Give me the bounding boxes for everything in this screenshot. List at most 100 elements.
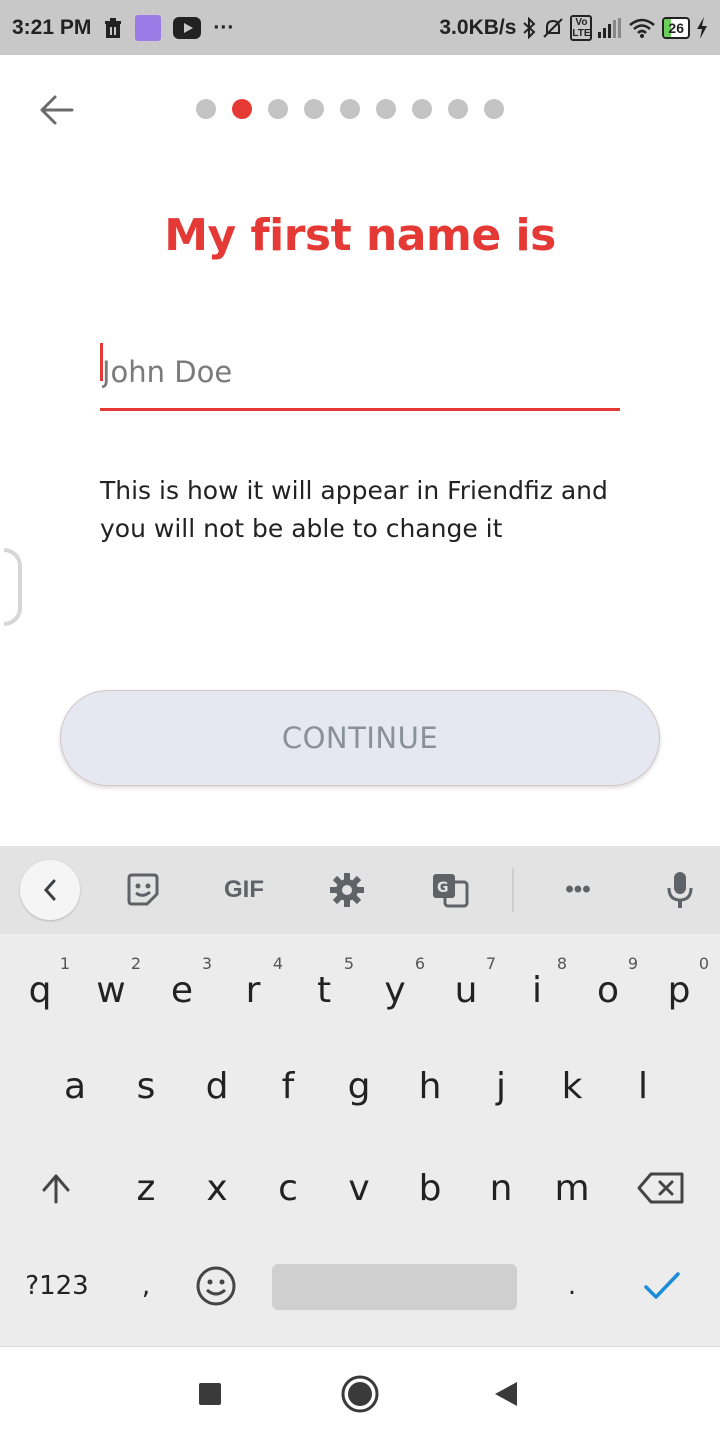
first-name-field — [100, 335, 620, 411]
arrow-left-icon — [40, 95, 74, 125]
key-label: k — [561, 1065, 583, 1107]
key-z[interactable]: z — [114, 1148, 178, 1228]
key-d[interactable]: d — [185, 1046, 249, 1126]
key-label: j — [495, 1065, 506, 1107]
key-number-hint: 2 — [130, 954, 141, 973]
key-number-hint: 4 — [272, 954, 283, 973]
battery-indicator: 26 — [662, 16, 690, 39]
key-s[interactable]: s — [114, 1046, 178, 1126]
key-label: w — [96, 969, 126, 1011]
home-button[interactable] — [335, 1369, 385, 1419]
key-k[interactable]: k — [540, 1046, 604, 1126]
shift-key[interactable] — [24, 1148, 88, 1228]
key-label: t — [316, 969, 332, 1011]
edge-swipe-handle[interactable] — [4, 548, 22, 626]
key-y[interactable]: y6 — [363, 950, 427, 1030]
backspace-key[interactable] — [628, 1148, 694, 1228]
key-m[interactable]: m — [540, 1148, 604, 1228]
step-dot — [196, 99, 216, 119]
symbols-key[interactable]: ?123 — [18, 1246, 96, 1326]
key-label: f — [281, 1065, 295, 1107]
comma-key[interactable]: , — [114, 1246, 178, 1326]
app-notification-icon — [135, 14, 162, 41]
wifi-icon — [628, 17, 656, 39]
more-notifications-icon: ··· — [213, 15, 235, 39]
key-label: o — [596, 969, 620, 1011]
youtube-icon — [173, 16, 202, 39]
key-number-hint: 7 — [485, 954, 496, 973]
checkmark-icon — [644, 1272, 680, 1299]
status-time: 3:21 PM — [12, 15, 92, 39]
key-label: m — [554, 1167, 590, 1209]
space-key[interactable] — [272, 1264, 517, 1310]
key-h[interactable]: h — [398, 1046, 462, 1126]
key-a[interactable]: a — [43, 1046, 107, 1126]
key-t[interactable]: t5 — [292, 950, 356, 1030]
key-label: z — [136, 1167, 156, 1209]
toolbar-divider — [512, 868, 514, 912]
key-o[interactable]: o9 — [576, 950, 640, 1030]
key-number-hint: 6 — [414, 954, 425, 973]
step-dot — [340, 99, 360, 119]
key-v[interactable]: v — [327, 1148, 391, 1228]
back-nav-button[interactable] — [481, 1369, 531, 1419]
home-circle-icon — [341, 1375, 379, 1413]
key-p[interactable]: p0 — [647, 950, 711, 1030]
triangle-back-icon — [495, 1382, 517, 1406]
svg-text:G: G — [437, 880, 449, 896]
network-speed: 3.0KB/s — [439, 15, 517, 39]
key-number-hint: 1 — [59, 954, 70, 973]
sticker-button[interactable] — [113, 860, 173, 920]
key-u[interactable]: u7 — [434, 950, 498, 1030]
voice-input-button[interactable] — [650, 860, 710, 920]
key-label: s — [136, 1065, 156, 1107]
key-label: b — [418, 1167, 442, 1209]
key-b[interactable]: b — [398, 1148, 462, 1228]
key-label: i — [531, 969, 542, 1011]
text-caret — [100, 343, 103, 381]
step-dot — [376, 99, 396, 119]
done-key[interactable] — [630, 1246, 694, 1326]
volte-icon: Vo LTE — [570, 14, 593, 41]
recent-apps-button[interactable] — [185, 1369, 235, 1419]
more-options-button[interactable]: ••• — [548, 860, 608, 920]
back-button[interactable] — [34, 88, 78, 132]
key-number-hint: 8 — [556, 954, 567, 973]
key-r[interactable]: r4 — [221, 950, 285, 1030]
settings-button[interactable] — [317, 860, 377, 920]
key-e[interactable]: e3 — [150, 950, 214, 1030]
emoji-key[interactable] — [184, 1246, 248, 1326]
key-g[interactable]: g — [327, 1046, 391, 1126]
key-x[interactable]: x — [185, 1148, 249, 1228]
step-dot — [232, 99, 252, 119]
key-j[interactable]: j — [469, 1046, 533, 1126]
key-label: a — [63, 1065, 87, 1107]
key-n[interactable]: n — [469, 1148, 533, 1228]
step-dot — [304, 99, 324, 119]
continue-button[interactable]: CONTINUE — [60, 690, 660, 786]
translate-button[interactable]: G — [420, 860, 480, 920]
step-dot — [412, 99, 432, 119]
key-number-hint: 0 — [698, 954, 709, 973]
key-c[interactable]: c — [256, 1148, 320, 1228]
gif-button[interactable]: GIF — [214, 860, 274, 920]
keyboard-toolbar: GIF G ••• — [0, 846, 720, 934]
key-q[interactable]: q1 — [8, 950, 72, 1030]
key-l[interactable]: l — [611, 1046, 675, 1126]
key-w[interactable]: w2 — [79, 950, 143, 1030]
key-i[interactable]: i8 — [505, 950, 569, 1030]
status-bar: 3:21 PM ··· 3.0KB/s Vo LTE 26 — [0, 0, 720, 55]
key-label: u — [454, 969, 478, 1011]
toolbar-back-button[interactable] — [20, 860, 80, 920]
key-f[interactable]: f — [256, 1046, 320, 1126]
key-label: d — [205, 1065, 229, 1107]
key-label: q — [28, 969, 52, 1011]
key-label: n — [489, 1167, 513, 1209]
mute-bell-icon — [542, 17, 564, 39]
sticker-icon — [127, 873, 159, 906]
signal-icon — [598, 17, 622, 38]
page-title: My first name is — [164, 210, 556, 261]
key-label: l — [637, 1065, 648, 1107]
period-key[interactable]: . — [540, 1246, 604, 1326]
first-name-input[interactable] — [100, 335, 620, 408]
